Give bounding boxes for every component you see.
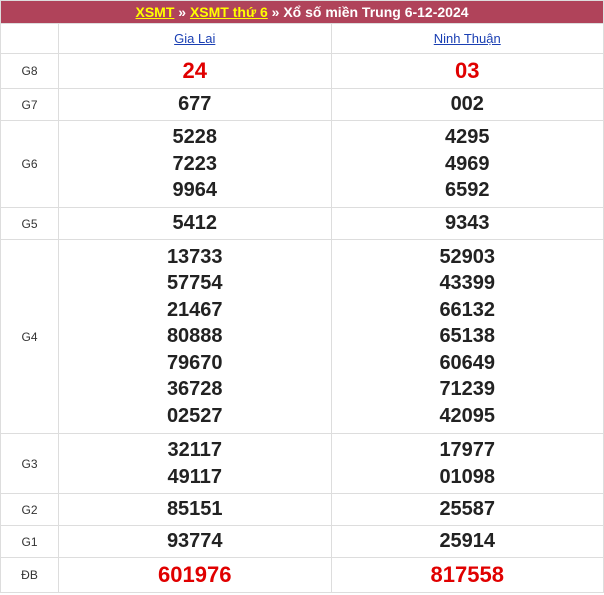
prize-cell-gia-lai: 5228 7223 9964	[58, 120, 332, 208]
prize-number: 79670	[166, 351, 223, 374]
prize-number: 60649	[439, 351, 496, 374]
prize-row-g7: G7 677 002	[0, 88, 604, 121]
prize-label: G3	[0, 433, 59, 494]
prize-cell-ninh-thuan: 9343	[330, 207, 604, 240]
prize-cell-gia-lai: 601976	[58, 557, 332, 593]
prize-cell-gia-lai: 24	[58, 53, 332, 89]
prize-number: 677	[178, 93, 212, 116]
prize-number: 03	[455, 57, 480, 83]
prize-row-db: ĐB 601976 817558	[0, 557, 604, 593]
title-cell: XSMT » XSMT thứ 6 » Xổ số miền Trung 6-1…	[0, 0, 604, 24]
prize-row-g3: G3 32117 49117 17977 01098	[0, 433, 604, 494]
prize-number: 49117	[167, 465, 222, 488]
prize-cell-ninh-thuan: 17977 01098	[330, 433, 604, 494]
prize-number: 80888	[166, 325, 223, 348]
prize-row-g8: G8 24 03	[0, 53, 604, 89]
prize-label: G5	[0, 207, 59, 240]
prize-cell-ninh-thuan: 25914	[330, 525, 604, 558]
prize-number: 93774	[166, 530, 223, 553]
page-title: Xổ số miền Trung 6-12-2024	[283, 4, 469, 20]
prize-label: G6	[0, 120, 59, 208]
prize-number: 32117	[167, 439, 222, 461]
prize-row-g4: G4 13733 57754 21467 80888 79670 36728 02527 529…	[0, 239, 604, 434]
prize-number: 24	[182, 57, 207, 83]
prize-number: 6592	[445, 179, 490, 202]
lottery-results-table: XSMT » XSMT thứ 6 » Xổ số miền Trung 6-1…	[0, 0, 604, 593]
prize-number: 817558	[430, 561, 504, 587]
prize-label: G1	[0, 525, 59, 558]
prize-cell-gia-lai: 85151	[58, 493, 332, 526]
prize-number: 5412	[172, 212, 218, 235]
prize-number: 02527	[166, 404, 223, 427]
prize-number: 71239	[439, 378, 496, 401]
prize-cell-gia-lai: 5412	[58, 207, 332, 240]
prize-number: 4295	[445, 126, 490, 149]
prize-number: 9964	[172, 179, 218, 202]
prize-number: 25914	[439, 530, 496, 553]
prize-number: 43399	[439, 272, 496, 295]
province-link-gia-lai[interactable]: Gia Lai	[174, 31, 215, 46]
prize-label: G2	[0, 493, 59, 526]
prize-cell-ninh-thuan: 25587	[330, 493, 604, 526]
prize-number: 01098	[439, 465, 496, 488]
prize-row-g6: G6 5228 7223 9964 4295 4969 6592	[0, 120, 604, 208]
title-bar: XSMT » XSMT thứ 6 » Xổ số miền Trung 6-1…	[0, 0, 604, 24]
corner-cell	[0, 23, 59, 54]
prize-number: 65138	[439, 325, 496, 348]
prize-cell-gia-lai: 32117 49117	[58, 433, 332, 494]
prize-label: G7	[0, 88, 59, 121]
prize-number: 66132	[439, 298, 496, 321]
prize-cell-ninh-thuan: 03	[330, 53, 604, 89]
province-link-ninh-thuan[interactable]: Ninh Thuận	[434, 31, 501, 46]
prize-row-g5: G5 5412 9343	[0, 207, 604, 240]
province-cell-ninh-thuan: Ninh Thuận	[330, 23, 604, 54]
prize-label: ĐB	[0, 557, 59, 593]
breadcrumb-separator: »	[271, 4, 280, 20]
breadcrumb-separator: »	[178, 4, 187, 20]
prize-number: 13733	[166, 245, 223, 268]
prize-cell-ninh-thuan: 52903 43399 66132 65138 60649 71239 42095	[330, 239, 604, 434]
prize-number: 7223	[172, 152, 218, 175]
prize-number: 601976	[158, 561, 232, 587]
prize-number: 36728	[166, 378, 223, 401]
prize-cell-gia-lai: 93774	[58, 525, 332, 558]
province-header-row: Gia Lai Ninh Thuận	[0, 23, 604, 54]
prize-number: 002	[450, 93, 484, 116]
province-cell-gia-lai: Gia Lai	[58, 23, 332, 54]
prize-cell-gia-lai: 677	[58, 88, 332, 121]
xsmt-link[interactable]: XSMT	[135, 4, 174, 20]
prize-cell-ninh-thuan: 002	[330, 88, 604, 121]
prize-row-g1: G1 93774 25914	[0, 525, 604, 558]
prize-row-g2: G2 85151 25587	[0, 493, 604, 526]
prize-number: 5228	[172, 126, 218, 149]
prize-number: 85151	[166, 498, 223, 521]
prize-cell-ninh-thuan: 4295 4969 6592	[330, 120, 604, 208]
prize-number: 57754	[166, 272, 223, 295]
prize-cell-ninh-thuan: 817558	[330, 557, 604, 593]
prize-number: 42095	[439, 404, 496, 427]
prize-number: 4969	[445, 152, 490, 175]
prize-number: 25587	[439, 498, 496, 521]
prize-label: G8	[0, 53, 59, 89]
prize-number: 9343	[445, 212, 490, 235]
prize-number: 21467	[166, 298, 223, 321]
xsmt-thu6-link[interactable]: XSMT thứ 6	[190, 4, 268, 20]
prize-cell-gia-lai: 13733 57754 21467 80888 79670 36728 02527	[58, 239, 332, 434]
prize-label: G4	[0, 239, 59, 434]
prize-number: 52903	[439, 245, 496, 268]
prize-number: 17977	[439, 439, 496, 461]
